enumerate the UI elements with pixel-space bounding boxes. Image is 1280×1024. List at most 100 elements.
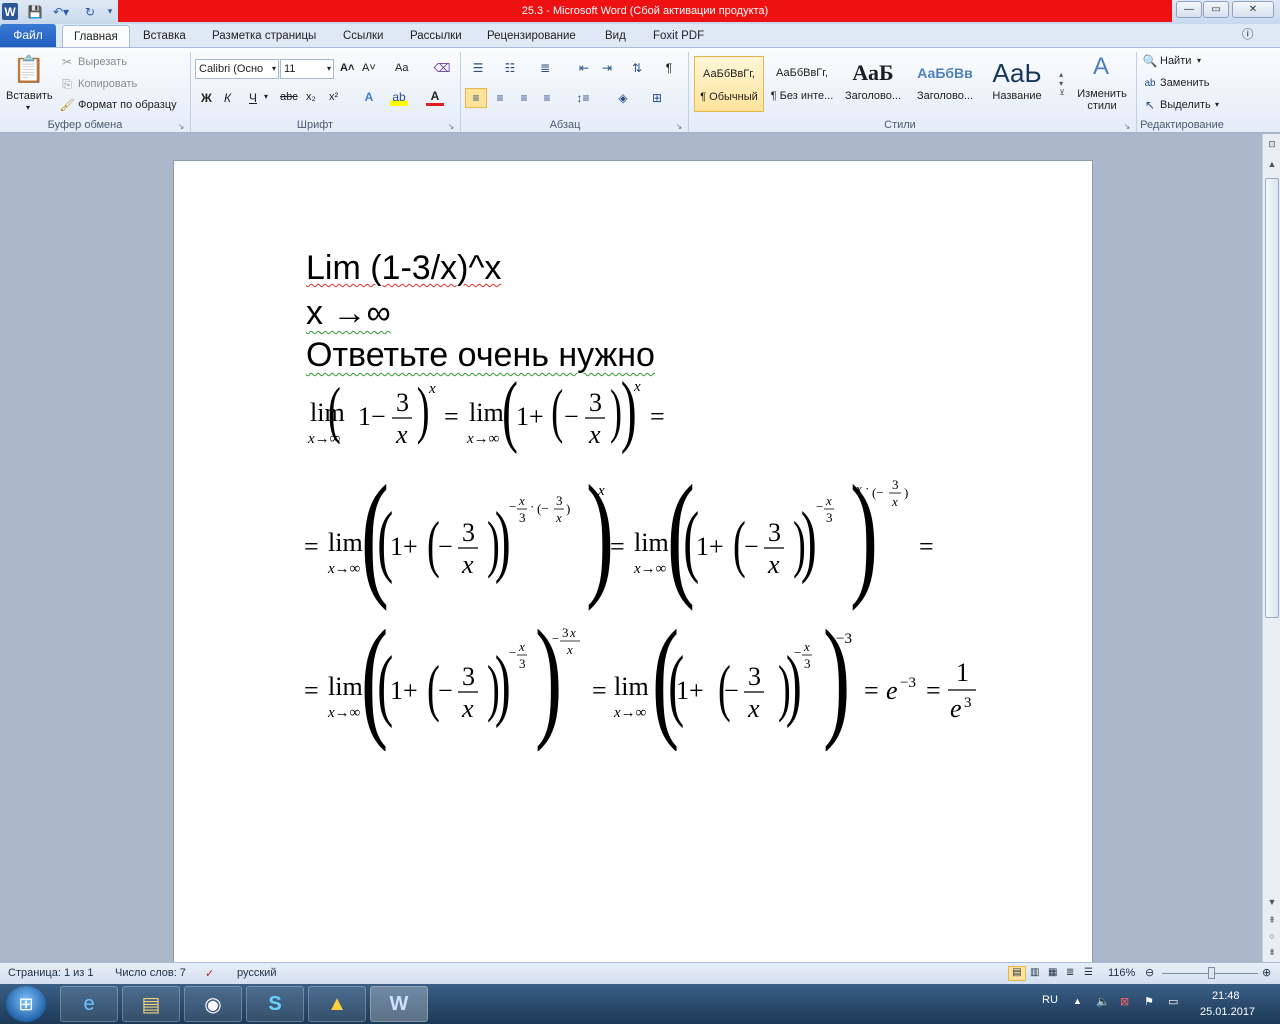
- ruler-toggle-icon[interactable]: ⊡: [1264, 136, 1280, 152]
- style-title[interactable]: АаЬ Название: [982, 56, 1052, 112]
- draft-icon[interactable]: ☰: [1084, 967, 1093, 978]
- increase-indent-icon[interactable]: ⇥: [598, 60, 616, 76]
- tray-app-icon[interactable]: ▭: [1168, 995, 1178, 1008]
- undo-icon[interactable]: ↶▾: [50, 3, 72, 20]
- decrease-indent-icon[interactable]: ⇤: [575, 60, 593, 76]
- network-icon[interactable]: ⊠: [1120, 995, 1129, 1008]
- skype-icon[interactable]: S: [246, 986, 304, 1022]
- zoom-out-icon[interactable]: ⊖: [1145, 966, 1154, 979]
- select-browse-object-icon[interactable]: ○: [1264, 928, 1280, 944]
- change-styles-button[interactable]: Изменить стили: [1075, 88, 1129, 112]
- document-page[interactable]: Lim (1-3/x)^x x →∞ Ответьте очень нужно …: [173, 160, 1093, 970]
- internet-explorer-icon[interactable]: e: [60, 986, 118, 1022]
- select-dropdown-icon[interactable]: ▾: [1215, 100, 1219, 109]
- superscript-button[interactable]: x²: [329, 91, 338, 103]
- paragraph-launcher-icon[interactable]: ↘: [674, 121, 684, 131]
- change-styles-icon[interactable]: A: [1085, 52, 1117, 82]
- document-line-3[interactable]: Ответьте очень нужно: [306, 336, 655, 375]
- previous-page-icon[interactable]: ⇞: [1264, 912, 1280, 928]
- text-effects-icon[interactable]: A: [360, 88, 378, 106]
- document-line-2[interactable]: x →∞: [306, 294, 391, 333]
- find-dropdown-icon[interactable]: ▾: [1197, 56, 1201, 65]
- action-center-icon[interactable]: ⚑: [1144, 995, 1154, 1008]
- align-right-icon[interactable]: ≡: [514, 88, 534, 108]
- style-normal[interactable]: АаБбВвГг, ¶ Обычный: [694, 56, 764, 112]
- align-left-icon[interactable]: ≡: [465, 88, 487, 108]
- borders-icon[interactable]: ⊞: [644, 88, 670, 108]
- font-launcher-icon[interactable]: ↘: [446, 121, 456, 131]
- print-layout-icon[interactable]: ▤: [1008, 966, 1026, 981]
- input-language[interactable]: RU: [1042, 994, 1058, 1006]
- maximize-button[interactable]: ▭: [1203, 1, 1229, 18]
- highlight-icon[interactable]: ab: [390, 88, 408, 106]
- outline-icon[interactable]: ≣: [1066, 967, 1074, 978]
- tab-references[interactable]: Ссылки: [343, 28, 384, 48]
- next-page-icon[interactable]: ⇟: [1264, 944, 1280, 960]
- scroll-up-icon[interactable]: ▲: [1264, 156, 1280, 172]
- style-heading-2[interactable]: АаБбВв Заголово...: [910, 56, 980, 112]
- document-line-1[interactable]: Lim (1-3/x)^x: [306, 249, 501, 288]
- chrome-icon[interactable]: ◉: [184, 986, 242, 1022]
- clock-time[interactable]: 21:48: [1212, 990, 1240, 1002]
- styles-launcher-icon[interactable]: ↘: [1122, 121, 1132, 131]
- paste-dropdown-icon[interactable]: ▾: [26, 103, 30, 112]
- help-icon[interactable]: ⓘ: [1242, 27, 1254, 47]
- bold-button[interactable]: Ж: [201, 91, 212, 105]
- language-indicator[interactable]: русский: [237, 967, 276, 979]
- format-painter-button[interactable]: Формат по образцу: [78, 99, 177, 111]
- sort-icon[interactable]: ⇅: [628, 60, 646, 76]
- word-count[interactable]: Число слов: 7: [115, 967, 186, 979]
- copy-button[interactable]: Копировать: [78, 78, 137, 90]
- file-explorer-icon[interactable]: ▤: [122, 986, 180, 1022]
- shading-icon[interactable]: ◈: [610, 88, 636, 108]
- find-button[interactable]: Найти: [1160, 55, 1191, 67]
- show-formatting-button[interactable]: ¶: [660, 60, 678, 76]
- align-center-icon[interactable]: ≡: [490, 88, 510, 108]
- style-no-spacing[interactable]: АаБбВвГг, ¶ Без инте...: [767, 56, 837, 112]
- shrink-font-button[interactable]: A˅: [362, 62, 376, 74]
- styles-scroll-icon[interactable]: ▴ ▾ ⊻: [1055, 54, 1069, 112]
- clipboard-launcher-icon[interactable]: ↘: [176, 121, 186, 131]
- clock-date[interactable]: 25.01.2017: [1200, 1006, 1255, 1018]
- save-icon[interactable]: 💾: [26, 3, 44, 20]
- font-name-combo[interactable]: Calibri (Осно ▾: [195, 59, 279, 79]
- close-button[interactable]: ✕: [1232, 1, 1274, 18]
- full-screen-reading-icon[interactable]: ▥: [1030, 967, 1039, 978]
- bullets-icon[interactable]: ☰: [468, 60, 488, 76]
- redo-icon[interactable]: ↻: [82, 3, 98, 20]
- cut-button[interactable]: Вырезать: [78, 56, 127, 68]
- tab-review[interactable]: Рецензирование: [487, 28, 576, 48]
- strikethrough-button[interactable]: abc: [280, 91, 298, 103]
- paste-button[interactable]: Вставить: [6, 90, 53, 102]
- style-heading-1[interactable]: АаБ Заголово...: [838, 56, 908, 112]
- change-case-button[interactable]: Aa: [395, 62, 408, 74]
- replace-button[interactable]: Заменить: [1160, 77, 1209, 89]
- paste-icon[interactable]: 📋: [12, 52, 46, 86]
- line-spacing-icon[interactable]: ↕≡: [570, 88, 596, 108]
- scroll-thumb[interactable]: [1265, 178, 1279, 618]
- start-button[interactable]: ⊞: [6, 986, 46, 1022]
- tab-foxit-pdf[interactable]: Foxit PDF: [653, 28, 704, 48]
- volume-icon[interactable]: 🔈: [1096, 995, 1110, 1008]
- tab-page-layout[interactable]: Разметка страницы: [212, 28, 316, 48]
- word-app-icon[interactable]: W: [2, 3, 18, 20]
- tab-insert[interactable]: Вставка: [143, 28, 186, 48]
- zoom-in-icon[interactable]: ⊕: [1262, 966, 1271, 979]
- multilevel-list-icon[interactable]: ≣: [535, 60, 555, 76]
- underline-button[interactable]: Ч: [249, 91, 257, 105]
- clear-formatting-icon[interactable]: ⌫: [433, 60, 451, 76]
- tab-home[interactable]: Главная: [62, 25, 130, 48]
- tray-expand-icon[interactable]: ▲: [1073, 996, 1082, 1006]
- subscript-button[interactable]: x₂: [306, 91, 316, 103]
- customize-qat-icon[interactable]: ▾: [104, 3, 116, 20]
- vertical-scrollbar[interactable]: ⊡ ▲ ▼ ⇞ ○ ⇟: [1262, 134, 1280, 962]
- page-count[interactable]: Страница: 1 из 1: [8, 967, 94, 979]
- word-taskbar-icon[interactable]: W: [370, 986, 428, 1022]
- select-button[interactable]: Выделить: [1160, 99, 1211, 111]
- underline-dropdown-icon[interactable]: ▾: [264, 92, 268, 101]
- numbering-icon[interactable]: ☷: [500, 60, 520, 76]
- zoom-level[interactable]: 116%: [1108, 967, 1135, 979]
- italic-button[interactable]: К: [224, 91, 231, 105]
- tab-view[interactable]: Вид: [605, 28, 626, 48]
- app-icon[interactable]: ▲: [308, 986, 366, 1022]
